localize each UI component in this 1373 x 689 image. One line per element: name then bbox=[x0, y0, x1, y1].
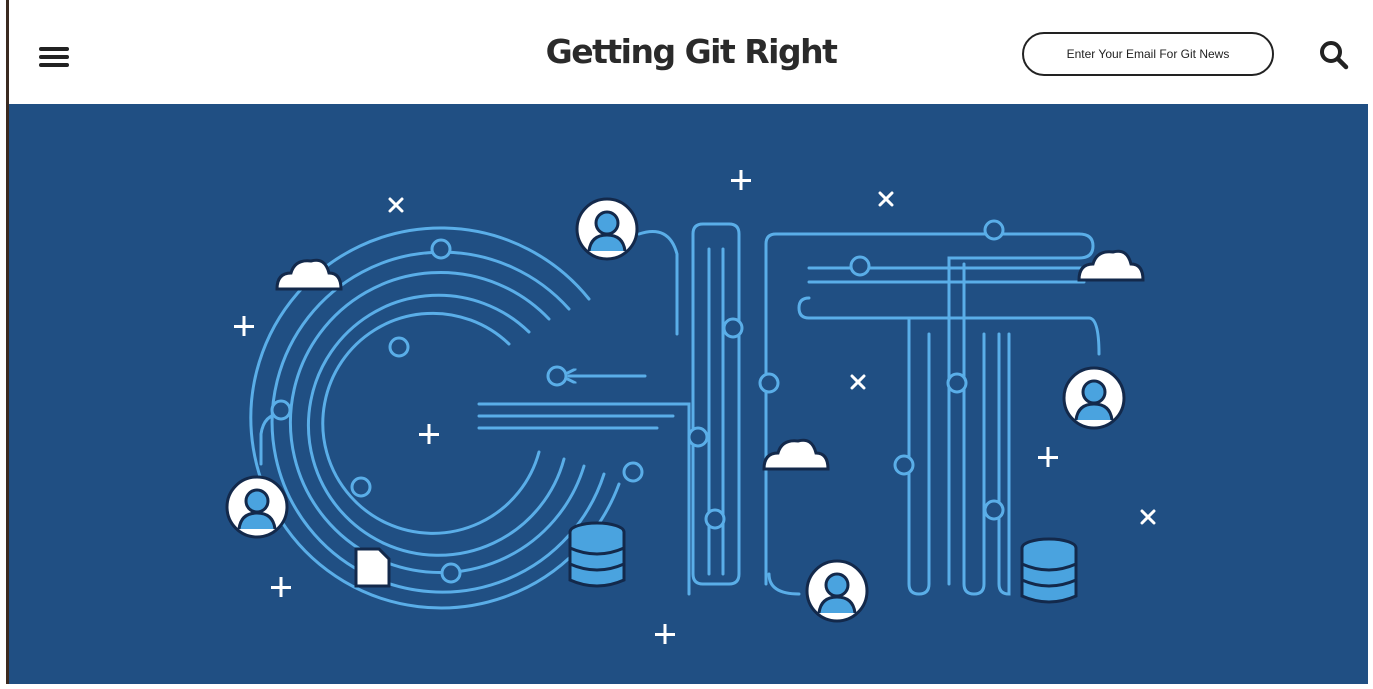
search-icon[interactable] bbox=[1317, 38, 1351, 72]
newsletter-email-input[interactable] bbox=[1022, 32, 1274, 76]
page-left-edge bbox=[0, 0, 3, 684]
hero-banner bbox=[9, 104, 1368, 684]
site-header: Getting Git Right bbox=[9, 0, 1373, 104]
git-branching-illustration bbox=[225, 170, 1156, 644]
